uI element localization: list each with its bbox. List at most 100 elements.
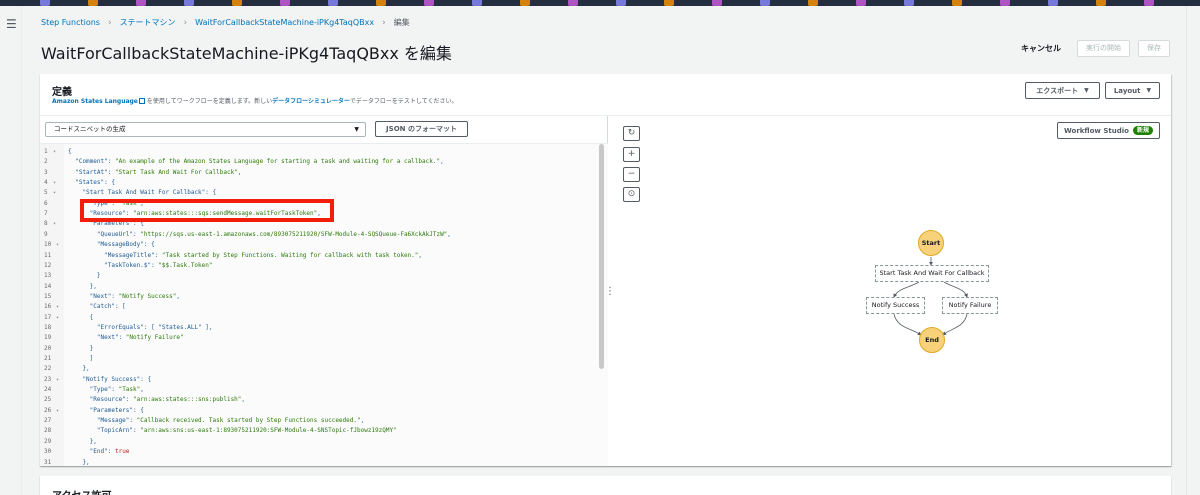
fold-toggle-icon[interactable]: ▾ [56, 240, 59, 250]
line-number: 21 [44, 355, 52, 362]
caret-down-icon: ▼ [354, 126, 359, 133]
code-line[interactable]: 25 "Resource": "arn:aws:states:::sns:pub… [40, 395, 608, 405]
line-number: 6 [44, 199, 48, 207]
split-drag-handle[interactable]: ⋮ [605, 287, 615, 297]
node-end[interactable]: End [919, 327, 945, 353]
code-line[interactable]: 5 ▾ "Start Task And Wait For Callback": { [40, 188, 608, 198]
node-notify-success[interactable]: Notify Success [866, 297, 925, 314]
code-text: "Next": "Notify Success", [68, 292, 180, 300]
states-language-link[interactable]: Amazon States Language [52, 98, 138, 105]
code-text: }, [68, 437, 97, 445]
line-number: 15 [44, 292, 52, 300]
line-number: 3 [44, 168, 48, 176]
line-number: 7 [44, 210, 48, 218]
code-text: "QueueUrl": "https://sqs.us-east-1.amazo… [68, 230, 451, 238]
code-line[interactable]: 30 "End": true [40, 447, 608, 457]
export-button[interactable]: エクスポート ▼ [1025, 82, 1100, 99]
edge-success-end [893, 313, 922, 336]
code-text: ] [68, 355, 94, 362]
breadcrumb-step-functions[interactable]: Step Functions [41, 18, 100, 27]
code-line[interactable]: 14 }, [40, 282, 608, 292]
fold-toggle-icon[interactable]: ▾ [53, 188, 56, 198]
code-line[interactable]: 26 ▾ "Parameters": { [40, 406, 608, 416]
code-line[interactable]: 29 }, [40, 437, 608, 447]
code-text: } [68, 272, 101, 280]
code-text: "Notify Success": { [68, 375, 152, 383]
code-line[interactable]: 19 "Next": "Notify Failure" [40, 333, 608, 343]
fold-toggle-icon[interactable]: ▾ [53, 178, 56, 188]
line-number: 20 [44, 344, 52, 352]
code-text: "Next": "Notify Failure" [68, 334, 184, 342]
code-line[interactable]: 13 } [40, 271, 608, 281]
code-line[interactable]: 15 "Next": "Notify Success", [40, 292, 608, 302]
code-line[interactable]: 28 "TopicArn": "arn:aws:sns:us-east-1:89… [40, 426, 608, 436]
node-notify-failure[interactable]: Notify Failure [942, 297, 998, 314]
code-editor-pane: コードスニペットの生成 ▼ JSON のフォーマット 1 ▾{2 "Comment… [40, 116, 608, 466]
workflow-graph-canvas[interactable]: ↻ + − ⊙ Workflow Studio 新規 Start Start T… [609, 116, 1171, 466]
fold-toggle-icon[interactable]: ▾ [56, 375, 59, 385]
code-line[interactable]: 9 "QueueUrl": "https://sqs.us-east-1.ama… [40, 230, 608, 240]
node-start-task[interactable]: Start Task And Wait For Callback [875, 265, 989, 282]
fold-toggle-icon[interactable]: ▾ [56, 313, 59, 323]
hamburger-menu-icon[interactable]: ☰ [6, 18, 17, 30]
code-line[interactable]: 10 ▾ "MessageBody": { [40, 240, 608, 250]
line-number: 25 [44, 396, 52, 404]
start-execution-button[interactable]: 実行の開始 [1077, 40, 1130, 57]
code-editor[interactable]: 1 ▾{2 "Comment": "An example of the Amazo… [40, 143, 608, 466]
code-line[interactable]: 3 "StartAt": "Start Task And Wait For Ca… [40, 168, 608, 178]
fold-toggle-icon[interactable]: ▾ [53, 147, 56, 157]
line-number: 22 [44, 365, 52, 373]
code-text: "TaskToken.$": "$$.Task.Token" [68, 261, 213, 269]
code-text: }, [68, 458, 90, 466]
code-line[interactable]: 31 }, [40, 458, 608, 467]
chevron-right-icon: › [382, 17, 386, 28]
code-text: "Type": "Task", [68, 386, 144, 394]
cancel-button[interactable]: キャンセル [1013, 40, 1069, 57]
breadcrumb: Step Functions › ステートマシン › WaitForCallba… [41, 17, 410, 28]
code-text: "ErrorEquals": [ "States.ALL" ], [68, 323, 213, 331]
code-text: "Catch": [ [68, 303, 126, 311]
code-line[interactable]: 1 ▾{ [40, 147, 608, 157]
save-button[interactable]: 保存 [1138, 40, 1170, 57]
code-line[interactable]: 17 ▾ { [40, 313, 608, 323]
fold-toggle-icon[interactable]: ▾ [56, 302, 59, 312]
code-text: "Start Task And Wait For Callback": { [68, 189, 217, 197]
code-line[interactable]: 18 "ErrorEquals": [ "States.ALL" ], [40, 323, 608, 333]
code-line[interactable]: 12 "TaskToken.$": "$$.Task.Token" [40, 261, 608, 271]
code-text: }, [68, 365, 90, 373]
access-panel: アクセス許可 [40, 476, 1171, 495]
line-number: 12 [44, 261, 52, 269]
format-json-button[interactable]: JSON のフォーマット [375, 121, 468, 137]
layout-button[interactable]: Layout ▼ [1105, 82, 1160, 99]
breadcrumb-state-machine[interactable]: WaitForCallbackStateMachine-iPKg4TaqQBxx [195, 18, 374, 27]
left-rail: ☰ [0, 6, 22, 495]
data-flow-simulator-link[interactable]: データフローシミュレーター [272, 98, 350, 105]
code-text: { [68, 148, 72, 155]
code-line[interactable]: 24 "Type": "Task", [40, 385, 608, 395]
code-line[interactable]: 21 ] [40, 354, 608, 364]
line-number: 18 [44, 323, 52, 331]
code-line[interactable]: 27 "Message": "Callback received. Task s… [40, 416, 608, 426]
access-title: アクセス許可 [52, 487, 112, 495]
page-title: WaitForCallbackStateMachine-iPKg4TaqQBxx… [41, 44, 452, 63]
node-start[interactable]: Start [918, 230, 944, 256]
right-edge [1186, 6, 1200, 495]
code-line[interactable]: 22 }, [40, 364, 608, 374]
code-text: "Comment": "An example of the Amazon Sta… [68, 158, 444, 166]
fold-toggle-icon[interactable]: ▾ [53, 219, 56, 229]
edge-task-success [893, 281, 920, 298]
code-line[interactable]: 2 "Comment": "An example of the Amazon S… [40, 157, 608, 167]
code-text: }, [68, 282, 97, 290]
code-line[interactable]: 11 "MessageTitle": "Task started by Step… [40, 251, 608, 261]
snippet-generator-select[interactable]: コードスニペットの生成 ▼ [45, 122, 366, 137]
fold-toggle-icon[interactable]: ▾ [56, 406, 59, 416]
breadcrumb-state-machines[interactable]: ステートマシン [120, 17, 176, 28]
code-line[interactable]: 4 ▾ "States": { [40, 178, 608, 188]
code-line[interactable]: 20 } [40, 344, 608, 354]
export-label: エクスポート [1036, 86, 1079, 95]
line-number: 11 [44, 251, 52, 259]
code-line[interactable]: 16 ▾ "Catch": [ [40, 302, 608, 312]
code-line[interactable]: 23 ▾ "Notify Success": { [40, 375, 608, 385]
line-number: 13 [44, 272, 52, 280]
code-text: "TopicArn": "arn:aws:sns:us-east-1:89307… [68, 427, 397, 435]
